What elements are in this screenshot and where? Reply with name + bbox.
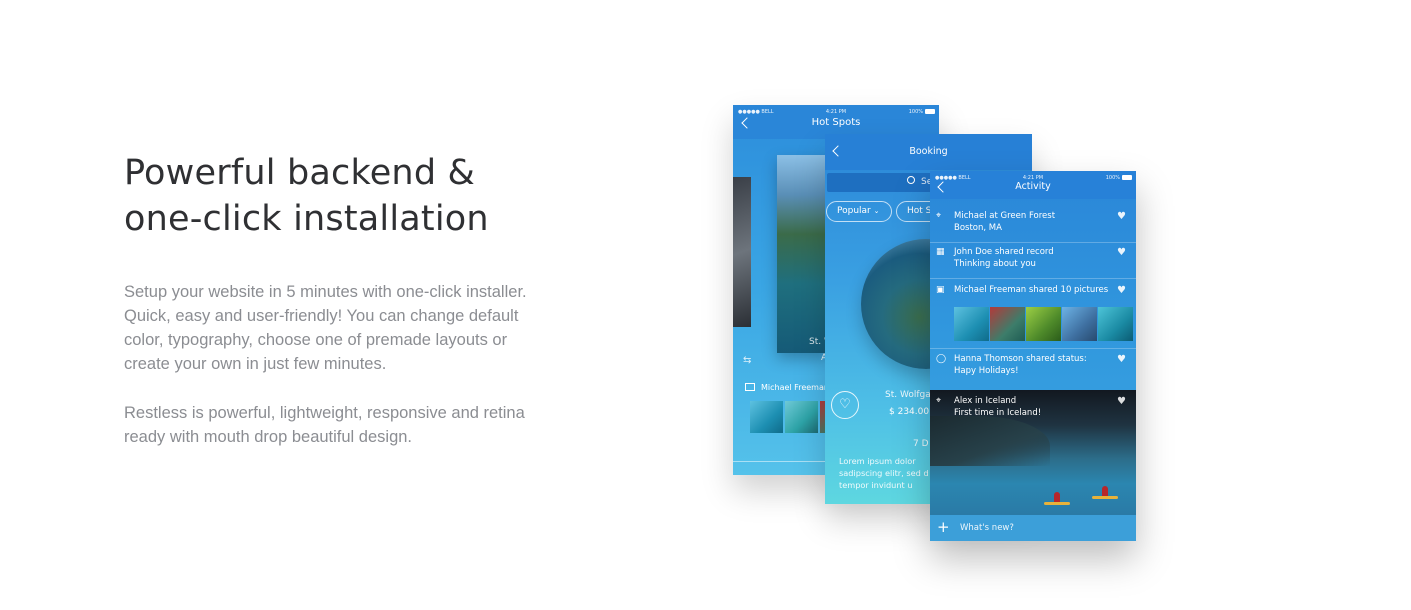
pin-icon: ⌖ bbox=[936, 396, 942, 406]
image-icon: ▣ bbox=[936, 285, 945, 295]
compose-placeholder: What's new? bbox=[960, 523, 1014, 533]
desc-line2: sadipscing elitr, sed d bbox=[839, 468, 929, 478]
screen-title: Hot Spots bbox=[811, 117, 861, 128]
image-icon bbox=[745, 383, 755, 391]
heart-icon[interactable]: ♥ bbox=[1117, 396, 1126, 407]
heading-line-2: one-click installation bbox=[124, 199, 489, 239]
screen-title: Booking bbox=[909, 146, 948, 157]
battery-icon bbox=[925, 109, 935, 114]
days-label: 7 D bbox=[913, 439, 929, 449]
thumbnail[interactable] bbox=[1026, 307, 1061, 341]
screen-title: Activity bbox=[1015, 181, 1051, 192]
feed-row: Michael Freeman bbox=[745, 383, 829, 392]
price-label: $ 234.00 bbox=[889, 407, 930, 417]
heart-icon[interactable]: ♥ bbox=[1117, 285, 1126, 296]
feed-item-subtitle: Hapy Holidays! bbox=[954, 366, 1019, 376]
swap-icon[interactable]: ⇆ bbox=[743, 355, 751, 366]
feature-copy: Powerful backend & one-click installatio… bbox=[124, 150, 584, 449]
chevron-down-icon: ⌄ bbox=[873, 207, 880, 215]
kayaker-figure bbox=[1102, 486, 1108, 496]
feature-paragraph-2: Restless is powerful, lightweight, respo… bbox=[124, 401, 584, 449]
thumbnail[interactable] bbox=[1098, 307, 1133, 341]
cliff-shape bbox=[930, 416, 1050, 466]
phone-activity-screen: ●●●●● BELL 4:21 PM 100% Activity ⌖ Micha… bbox=[930, 171, 1136, 541]
side-card-image bbox=[733, 177, 751, 327]
feed-item-subtitle: Boston, MA bbox=[954, 223, 1002, 233]
hero-subtitle: First time in Iceland! bbox=[954, 408, 1042, 418]
feed-item[interactable]: ▦ John Doe shared record Thinking about … bbox=[930, 247, 1136, 279]
thumbnail[interactable] bbox=[750, 401, 783, 433]
heart-icon[interactable]: ♥ bbox=[1117, 247, 1126, 258]
kayak-figure bbox=[1092, 496, 1118, 499]
calendar-icon: ▦ bbox=[936, 247, 945, 257]
feed-item-title: Michael at Green Forest bbox=[954, 211, 1056, 221]
feed-item-title: Michael Freeman shared 10 pictures bbox=[954, 285, 1109, 295]
spot-card-image[interactable] bbox=[777, 155, 829, 353]
filter-popular-button[interactable]: Popular ⌄ bbox=[826, 201, 892, 222]
search-icon bbox=[907, 176, 915, 184]
feed-text: Michael Freeman bbox=[761, 383, 829, 392]
feed-item[interactable]: ⌖ Michael at Green Forest Boston, MA ♥ bbox=[930, 211, 1136, 243]
desc-line1: Lorem ipsum dolor bbox=[839, 456, 916, 466]
compose-bar[interactable]: + What's new? bbox=[930, 515, 1136, 541]
thumbnail[interactable] bbox=[990, 307, 1025, 341]
feed-item-title: John Doe shared record bbox=[954, 247, 1054, 257]
hero-title: Alex in Iceland bbox=[954, 396, 1017, 406]
thumbnail[interactable] bbox=[1062, 307, 1097, 341]
feature-paragraph-1: Setup your website in 5 minutes with one… bbox=[124, 280, 584, 376]
chat-icon: ◯ bbox=[936, 354, 947, 364]
para1-line2: Quick, easy and user-friendly! You can c… bbox=[124, 307, 519, 325]
thumbnail[interactable] bbox=[954, 307, 989, 341]
favorite-heart-icon[interactable]: ♡ bbox=[831, 391, 859, 419]
place-name: St. Wolfga bbox=[885, 390, 931, 400]
para2-line2: ready with mouth drop beautiful design. bbox=[124, 428, 413, 446]
desc-line3: tempor invidunt u bbox=[839, 480, 913, 490]
pictures-row bbox=[954, 307, 1134, 345]
kayak-figure bbox=[1044, 502, 1070, 505]
battery-icon bbox=[1122, 175, 1132, 180]
thumbnail[interactable] bbox=[785, 401, 818, 433]
feed-item-subtitle: Thinking about you bbox=[954, 259, 1036, 269]
kayaker-figure bbox=[1054, 492, 1060, 502]
feature-heading: Powerful backend & one-click installatio… bbox=[124, 150, 584, 242]
plus-icon[interactable]: + bbox=[937, 518, 950, 536]
heart-icon[interactable]: ♥ bbox=[1117, 211, 1126, 222]
para2-line1: Restless is powerful, lightweight, respo… bbox=[124, 404, 525, 422]
para1-line1: Setup your website in 5 minutes with one… bbox=[124, 283, 527, 301]
para1-line4: create your own in just few minutes. bbox=[124, 355, 387, 373]
heart-icon[interactable]: ♥ bbox=[1117, 354, 1126, 365]
filter-popular-label: Popular bbox=[837, 206, 871, 216]
feed-item-title: Hanna Thomson shared status: bbox=[954, 354, 1087, 364]
battery-label: 100% bbox=[908, 109, 923, 115]
heading-line-1: Powerful backend & bbox=[124, 153, 476, 193]
filter-hotspots-label: Hot S bbox=[907, 206, 932, 216]
feed-item[interactable]: ◯ Hanna Thomson shared status: Hapy Holi… bbox=[930, 354, 1136, 386]
hero-post-image[interactable]: ⌖ Alex in Iceland First time in Iceland!… bbox=[930, 390, 1136, 515]
para1-line3: color, typography, choose one of premade… bbox=[124, 331, 508, 349]
pin-icon: ⌖ bbox=[936, 211, 942, 221]
